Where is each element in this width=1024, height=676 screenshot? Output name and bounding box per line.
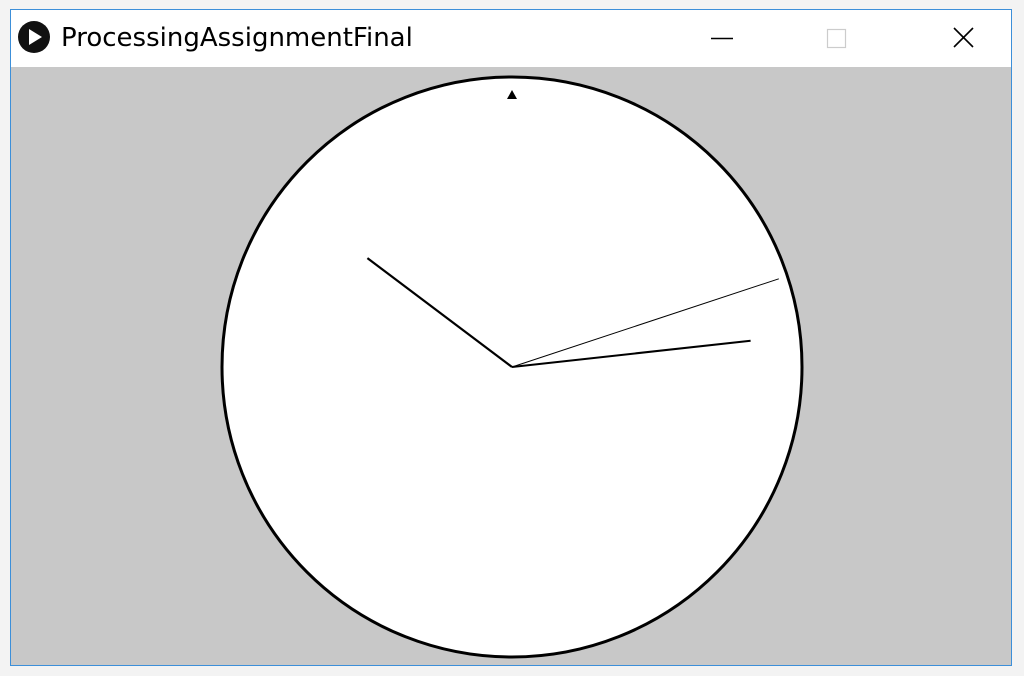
maximize-icon [826, 28, 847, 49]
maximize-button[interactable] [781, 10, 897, 67]
close-icon [953, 27, 974, 48]
app-window: ProcessingAssignmentFinal [10, 9, 1012, 666]
close-button[interactable] [897, 10, 1013, 67]
processing-play-icon[interactable] [18, 21, 50, 53]
title-bar[interactable]: ProcessingAssignmentFinal [11, 10, 1011, 67]
clock-drawing [220, 75, 804, 659]
minimize-icon [711, 37, 733, 40]
minimize-button[interactable] [665, 10, 781, 67]
sketch-canvas[interactable] [11, 67, 1011, 665]
window-title: ProcessingAssignmentFinal [61, 23, 413, 53]
